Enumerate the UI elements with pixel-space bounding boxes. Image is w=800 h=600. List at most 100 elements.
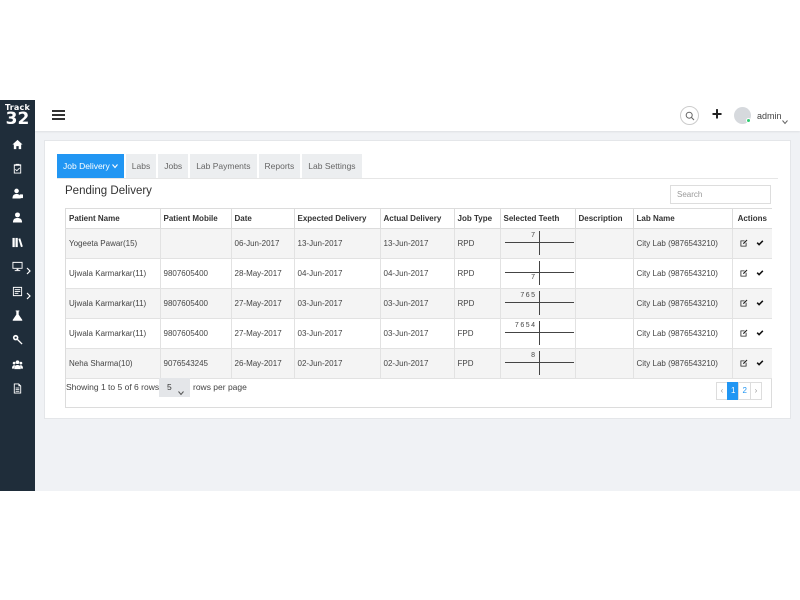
edit-icon[interactable]: [740, 269, 748, 277]
selected-teeth-cell: 7654: [500, 318, 576, 349]
sidebar-item-patients[interactable]: [0, 207, 35, 227]
date-cell: 26-May-2017: [231, 348, 295, 379]
description-cell: [575, 258, 634, 289]
actions-cell: [732, 348, 772, 379]
column-header[interactable]: Job Type: [454, 209, 501, 229]
monitor-icon: [12, 261, 23, 271]
patient-name-cell: Ujwala Karmarkar(11): [66, 288, 161, 319]
sidebar-item-documents[interactable]: [0, 378, 35, 398]
sidebar-item-doctors[interactable]: [0, 183, 35, 203]
tab-bar: Job Delivery Labs Jobs Lab Payments Repo…: [57, 154, 364, 178]
column-header[interactable]: Actual Delivery: [380, 209, 455, 229]
table-row: Neha Sharma(10) 9076543245 26-May-2017 0…: [66, 348, 772, 379]
edit-icon[interactable]: [740, 239, 748, 247]
edit-icon[interactable]: [740, 329, 748, 337]
tab-label: Lab Payments: [196, 161, 251, 171]
app-logo[interactable]: Track 32: [2, 104, 33, 130]
tab-jobs[interactable]: Jobs: [158, 154, 189, 178]
user-icon: [12, 211, 23, 223]
selected-teeth-cell: 8: [500, 348, 576, 379]
teeth-chart: 8: [504, 349, 574, 377]
tab-lab-settings[interactable]: Lab Settings: [302, 154, 362, 178]
page-size-value: 5: [167, 382, 172, 392]
teeth-chart: 765: [504, 289, 574, 317]
column-header[interactable]: Lab Name: [633, 209, 733, 229]
expected-delivery-cell: 03-Jun-2017: [294, 318, 381, 349]
teeth-upper-left: 7: [531, 232, 537, 239]
lab-name-cell: City Lab (9876543210): [633, 318, 733, 349]
sidebar: Track 32: [0, 100, 35, 491]
column-header[interactable]: Date: [231, 209, 295, 229]
check-icon[interactable]: [756, 329, 764, 337]
job-type-cell: FPD: [454, 318, 501, 349]
lab-name-cell: City Lab (9876543210): [633, 258, 733, 289]
user-tie-icon: [12, 188, 23, 199]
check-icon[interactable]: [756, 239, 764, 247]
sidebar-item-tasks[interactable]: [0, 158, 35, 178]
search-input[interactable]: [670, 185, 771, 204]
app-window: Track 32 + admin Job Delivery Labs Jobs …: [0, 100, 800, 491]
top-header: + admin: [35, 100, 800, 131]
check-icon[interactable]: [756, 359, 764, 367]
column-header[interactable]: Description: [575, 209, 634, 229]
column-header[interactable]: Patient Name: [66, 209, 161, 229]
tab-job-delivery[interactable]: Job Delivery: [57, 154, 124, 178]
sidebar-item-lab[interactable]: [0, 305, 35, 325]
sidebar-item-settings[interactable]: [0, 329, 35, 349]
sidebar-item-display[interactable]: [0, 256, 35, 276]
list-icon: [12, 286, 23, 296]
teeth-chart: 7: [504, 259, 574, 287]
tab-label: Reports: [264, 161, 295, 171]
sidebar-item-home[interactable]: [0, 134, 35, 154]
teeth-chart: 7: [504, 229, 574, 257]
sidebar-item-users[interactable]: [0, 354, 35, 374]
column-header[interactable]: Selected Teeth: [500, 209, 576, 229]
header-search-button[interactable]: [680, 106, 699, 125]
add-plus-icon[interactable]: +: [711, 105, 723, 123]
chevron-right-icon: [26, 287, 31, 300]
description-cell: [575, 228, 634, 259]
column-header: Actions: [732, 209, 772, 229]
hamburger-menu-icon[interactable]: [52, 110, 65, 120]
column-header[interactable]: Patient Mobile: [160, 209, 232, 229]
job-type-cell: RPD: [454, 288, 501, 319]
teeth-lower-left: 7: [531, 274, 537, 281]
column-header[interactable]: Expected Delivery: [294, 209, 381, 229]
user-name-label[interactable]: admin: [757, 111, 782, 121]
actions-cell: [732, 288, 772, 319]
chevron-down-icon: [111, 154, 118, 169]
patient-name-cell: Ujwala Karmarkar(11): [66, 318, 161, 349]
edit-icon[interactable]: [740, 359, 748, 367]
logo-line2: 32: [5, 109, 30, 129]
next-page-button[interactable]: ›: [749, 382, 762, 400]
tab-label: Labs: [131, 161, 151, 171]
check-icon[interactable]: [756, 299, 764, 307]
tab-reports[interactable]: Reports: [258, 154, 301, 178]
patient-mobile-cell: 9807605400: [160, 258, 232, 289]
table-row: Ujwala Karmarkar(11) 9807605400 27-May-2…: [66, 318, 772, 349]
actions-cell: [732, 318, 772, 349]
job-type-cell: RPD: [454, 228, 501, 259]
actual-delivery-cell: 02-Jun-2017: [380, 348, 455, 379]
sidebar-item-records[interactable]: [0, 281, 35, 301]
lab-name-cell: City Lab (9876543210): [633, 228, 733, 259]
selected-teeth-cell: 7: [500, 228, 576, 259]
tab-label: Lab Settings: [308, 161, 356, 171]
books-icon: [12, 237, 23, 247]
chevron-right-icon: [26, 262, 31, 275]
check-icon[interactable]: [756, 269, 764, 277]
tab-label: Jobs: [164, 161, 183, 171]
chevron-down-icon[interactable]: [782, 112, 788, 125]
tab-lab-payments[interactable]: Lab Payments: [190, 154, 257, 178]
actual-delivery-cell: 03-Jun-2017: [380, 288, 455, 319]
description-cell: [575, 288, 634, 319]
actions-cell: [732, 228, 772, 259]
edit-icon[interactable]: [740, 299, 748, 307]
patient-mobile-cell: 9807605400: [160, 288, 232, 319]
teeth-upper-left: 8: [531, 352, 537, 359]
page-size-select[interactable]: 5: [159, 378, 190, 397]
tab-labs[interactable]: Labs: [125, 154, 157, 178]
patient-name-cell: Neha Sharma(10): [66, 348, 161, 379]
description-cell: [575, 318, 634, 349]
sidebar-item-library[interactable]: [0, 232, 35, 252]
